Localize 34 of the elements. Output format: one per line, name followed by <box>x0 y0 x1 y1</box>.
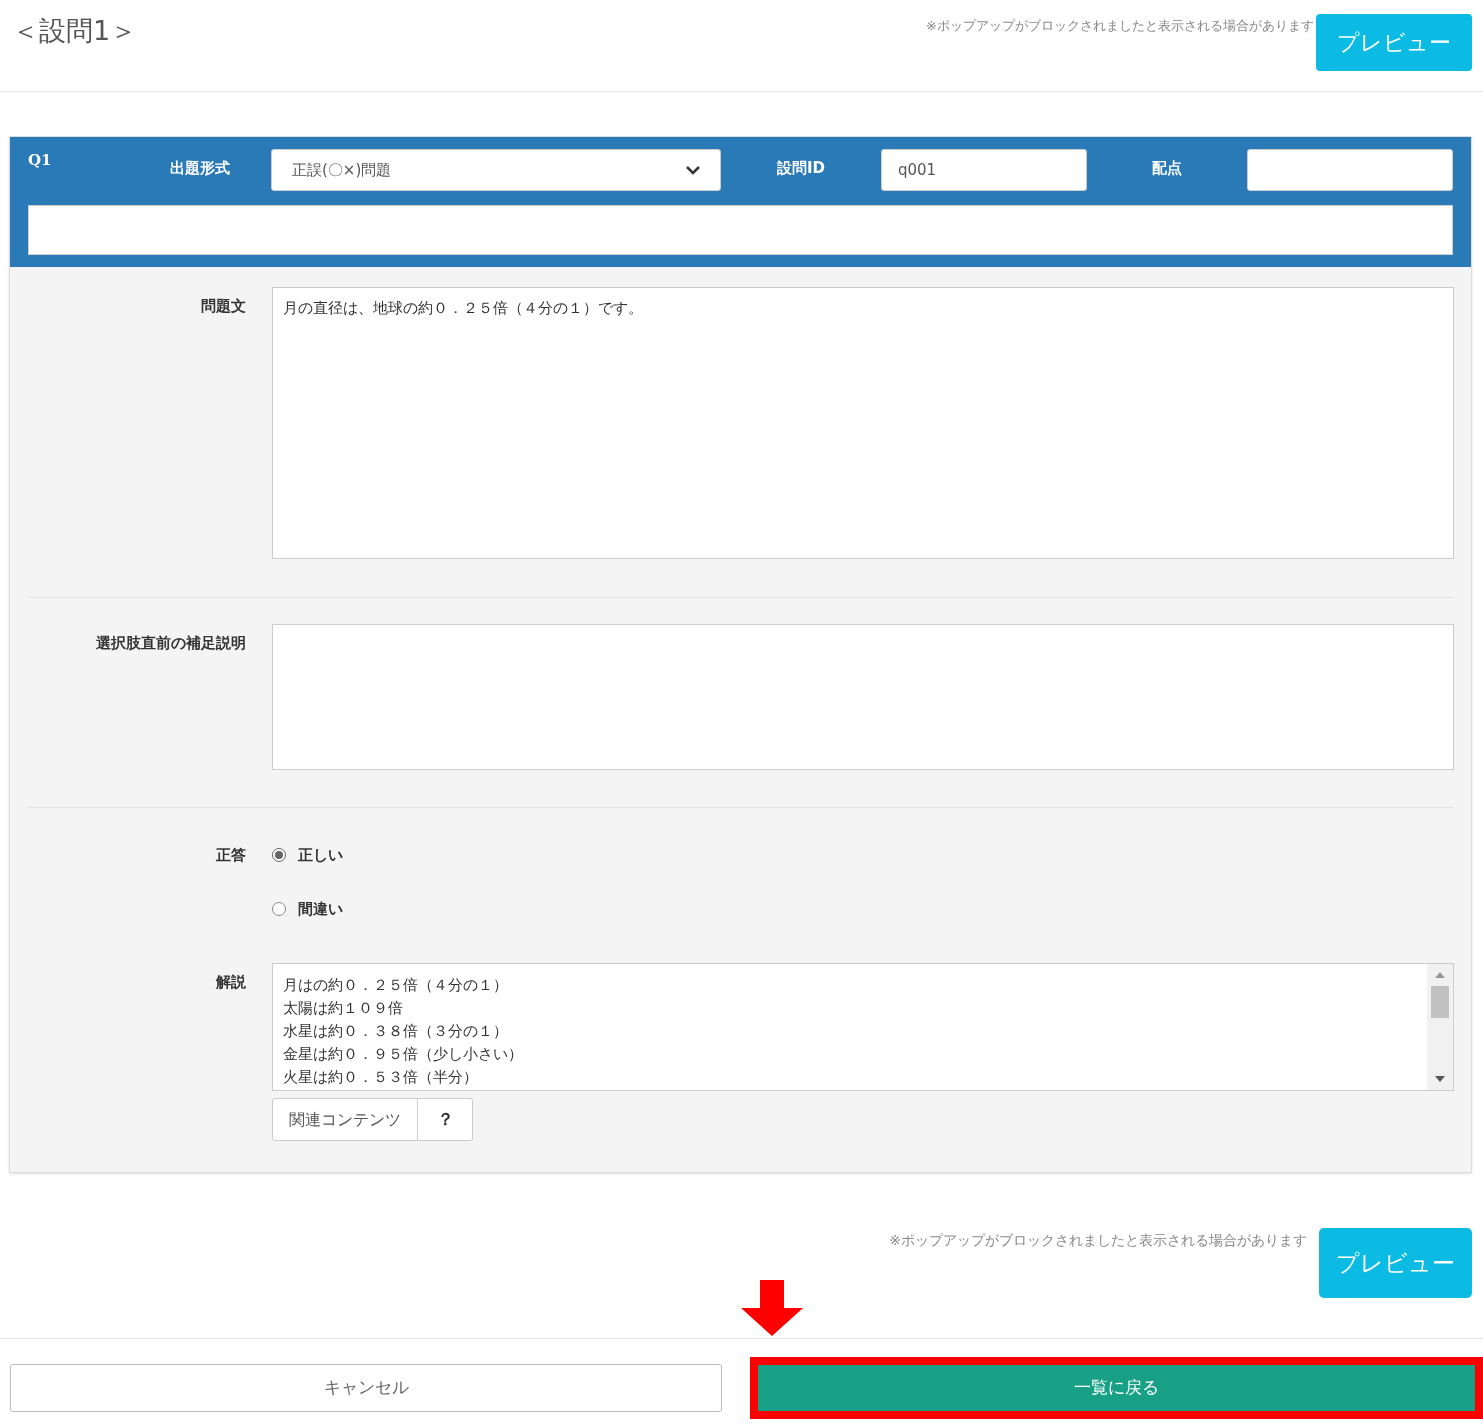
format-select[interactable]: 正誤(〇×)問題 <box>271 149 721 191</box>
supplement-label: 選択肢直前の補足説明 <box>95 633 247 654</box>
body-label: 問題文 <box>200 296 247 317</box>
title-field[interactable] <box>28 205 1453 255</box>
question-number: Q1 <box>28 150 53 171</box>
explanation-line: 金星は約０．９５倍（少し小さい） <box>283 1044 524 1065</box>
id-label: 設問ID <box>775 158 826 179</box>
scroll-down-icon[interactable] <box>1435 1076 1445 1082</box>
points-label: 配点 <box>1151 158 1183 179</box>
scroll-thumb[interactable] <box>1431 986 1449 1018</box>
answer-label: 正答 <box>215 845 247 866</box>
id-field[interactable]: q001 <box>881 149 1087 191</box>
explanation-line: 火星は約０．５３倍（半分） <box>283 1067 479 1088</box>
cancel-button[interactable]: キャンセル <box>10 1364 722 1412</box>
arrow-down-icon <box>741 1280 803 1336</box>
explanation-textarea[interactable]: 月はの約０．２５倍（４分の１） 太陽は約１０９倍 水星は約０．３８倍（３分の１） 金星は約０．９５倍（少し小さい） 火星は約０．５３倍（半分） <box>272 963 1454 1091</box>
body-textarea[interactable]: 月の直径は、地球の約０．２５倍（４分の１）です。 <box>272 287 1454 559</box>
popup-note: ※ポップアップがブロックされましたと表示される場合があります <box>926 17 1314 35</box>
explanation-line: 太陽は約１０９倍 <box>283 998 404 1019</box>
scroll-up-icon[interactable] <box>1435 972 1445 978</box>
help-button[interactable]: ？ <box>418 1098 473 1141</box>
page-title: ＜設問1＞ <box>12 14 138 44</box>
explanation-line: 水星は約０．３８倍（３分の１） <box>283 1021 509 1042</box>
points-field[interactable] <box>1247 149 1453 191</box>
scrollbar[interactable] <box>1427 964 1453 1090</box>
related-content-button[interactable]: 関連コンテンツ <box>272 1098 418 1141</box>
format-label: 出題形式 <box>168 158 231 179</box>
supplement-textarea[interactable] <box>272 624 1454 770</box>
explanation-label: 解説 <box>215 972 247 993</box>
answer-radio[interactable]: 正しい <box>272 844 343 866</box>
chevron-down-icon <box>686 165 700 175</box>
popup-note: ※ポップアップがブロックされましたと表示される場合があります <box>889 1231 1307 1250</box>
answer-radio[interactable]: 間違い <box>272 898 343 920</box>
explanation-line: 月はの約０．２５倍（４分の１） <box>283 975 509 996</box>
